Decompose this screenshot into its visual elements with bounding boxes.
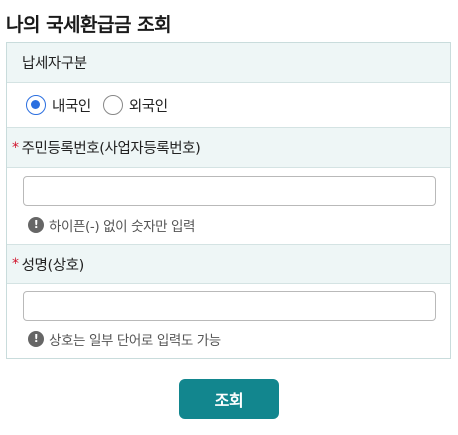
radio-option-foreign[interactable]: 외국인 bbox=[102, 95, 168, 116]
exclamation-icon: ! bbox=[28, 331, 44, 347]
name-input[interactable] bbox=[23, 291, 436, 321]
radio-option-domestic[interactable]: 내국인 bbox=[26, 95, 91, 116]
taxpayer-type-header: 납세자구분 bbox=[7, 43, 450, 83]
resident-number-input[interactable] bbox=[23, 176, 436, 206]
radio-checked-icon[interactable] bbox=[26, 95, 46, 115]
submit-button[interactable]: 조회 bbox=[179, 379, 279, 419]
taxpayer-type-radio-group: 내국인 외국인 bbox=[7, 83, 450, 128]
radio-unchecked-icon[interactable] bbox=[102, 95, 123, 115]
taxpayer-type-label: 납세자구분 bbox=[22, 56, 87, 72]
name-header: * 성명(상호) bbox=[7, 244, 450, 284]
radio-label-foreign[interactable]: 외국인 bbox=[129, 95, 168, 116]
resident-number-header: * 주민등록번호(사업자등록번호) bbox=[7, 128, 450, 168]
resident-number-hint: ! 하이픈(-) 없이 숫자만 입력 bbox=[28, 215, 195, 235]
required-mark: * bbox=[12, 256, 19, 272]
resident-number-hint-text: 하이픈(-) 없이 숫자만 입력 bbox=[49, 219, 196, 235]
radio-label-domestic[interactable]: 내국인 bbox=[52, 95, 91, 116]
resident-number-label: 주민등록번호(사업자등록번호) bbox=[21, 141, 201, 157]
required-mark: * bbox=[12, 139, 19, 156]
page-title: 나의 국세환급금 조회 bbox=[6, 14, 172, 36]
refund-lookup-form: 납세자구분 내국인 외국인 * 주민등록번호(사업자등록번호) ! 하이픈(-)… bbox=[6, 42, 451, 359]
name-hint: ! 상호는 일부 단어로 입력도 가능 bbox=[28, 329, 221, 349]
name-hint-text: 상호는 일부 단어로 입력도 가능 bbox=[49, 333, 221, 349]
name-label: 성명(상호) bbox=[21, 257, 85, 274]
exclamation-icon: ! bbox=[28, 217, 44, 233]
